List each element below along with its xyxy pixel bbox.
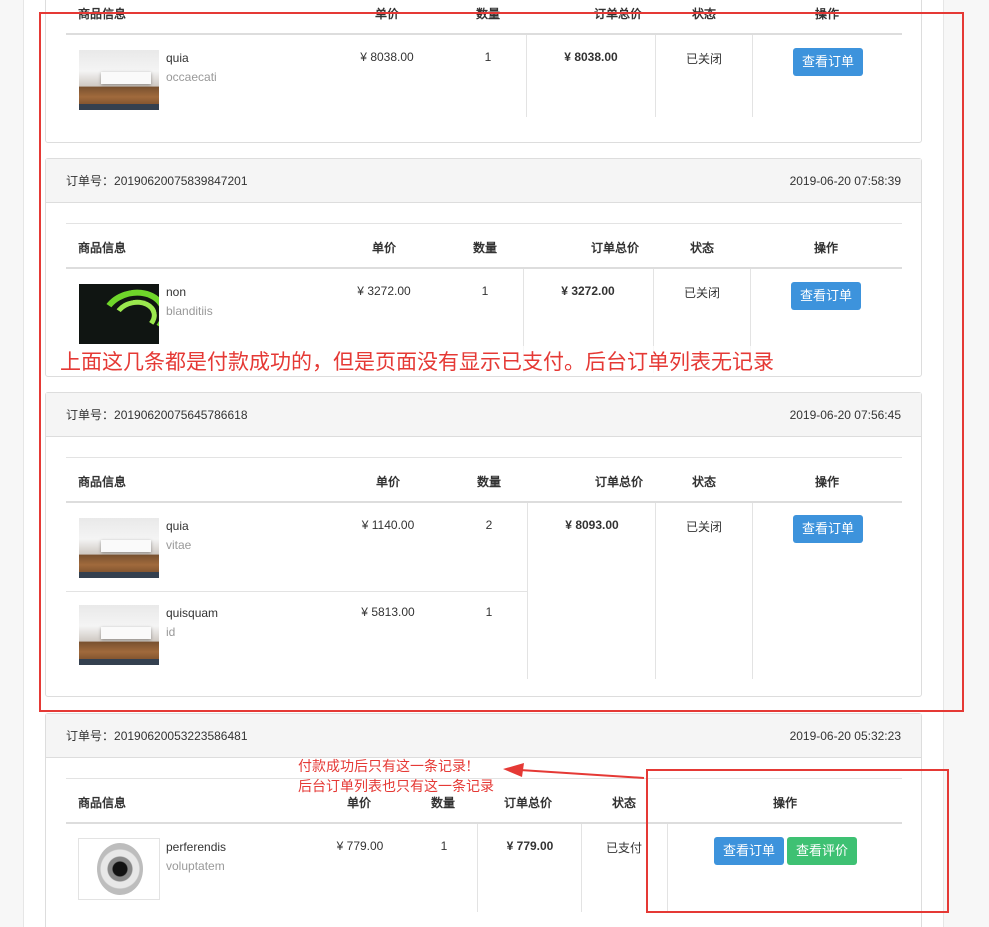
annotation-side-note-line1: 付款成功后只有这一条记录! (298, 759, 472, 775)
divider (477, 824, 478, 912)
unit-price: ¥ 779.00 (336, 839, 384, 853)
product-desc: voluptatem (166, 859, 225, 873)
divider (581, 824, 582, 912)
order-total: ¥ 779.00 (506, 839, 554, 853)
order-panel-header: 订单号：20190620053223586481 2019-06-20 05:3… (46, 714, 921, 758)
annotation-main-note: 上面这几条都是付款成功的，但是页面没有显示已支付。后台订单列表无记录 (60, 346, 774, 376)
product-name[interactable]: perferendis (166, 840, 226, 854)
left-gutter (0, 0, 24, 927)
annotation-side-note: 付款成功后只有这一条记录! 后台订单列表也只有这一条记录 (298, 757, 494, 797)
annotation-box-paid-order (646, 769, 949, 913)
order-number-value: 20190620053223586481 (114, 729, 248, 743)
header-order-total: 订单总价 (503, 796, 553, 810)
camera-image (78, 838, 160, 900)
order-status: 已支付 (605, 841, 643, 855)
annotation-side-note-line2: 后台订单列表也只有这一条记录 (298, 779, 494, 795)
header-status: 状态 (611, 796, 637, 810)
order-number-label: 订单号： (66, 729, 115, 743)
header-product-info: 商品信息 (78, 796, 127, 810)
order-number: 订单号：20190620053223586481 (66, 727, 248, 744)
order-time: 2019-06-20 05:32:23 (789, 728, 901, 743)
quantity: 1 (440, 839, 448, 853)
